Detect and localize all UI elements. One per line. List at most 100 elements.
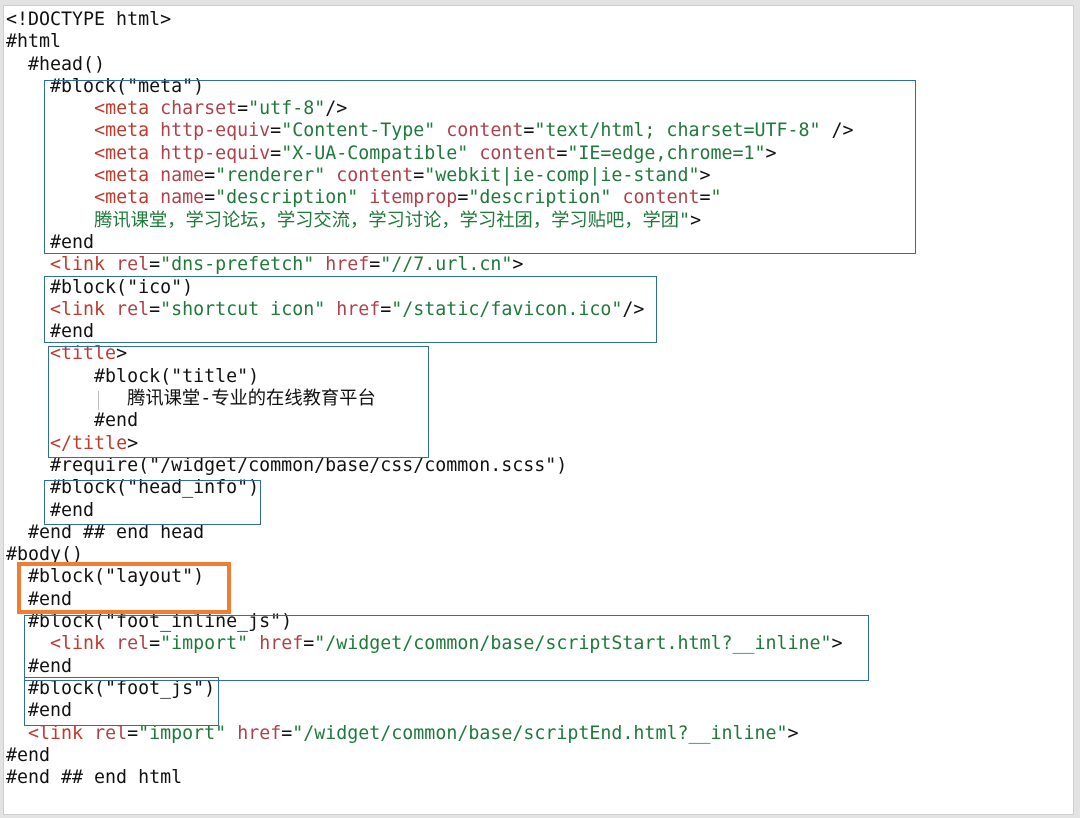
code-line[interactable]: <meta name="description" itemprop="descr…	[6, 187, 854, 209]
code-line[interactable]: <link rel="import" href="/widget/common/…	[6, 723, 854, 745]
code-line[interactable]: <title>	[6, 343, 854, 365]
code-token-str: "utf-8"	[248, 98, 326, 120]
code-token-attr: charset	[160, 98, 238, 120]
code-editor[interactable]: <!DOCTYPE html> #html #head() #block("met…	[3, 5, 1074, 815]
code-line[interactable]: 腾讯课堂，学习论坛，学习交流，学习讨论，学习社团，学习贴吧，学团">	[6, 210, 854, 232]
code-token-plain: #block("head_info")	[6, 477, 260, 499]
code-line[interactable]: <link rel="import" href="/widget/common/…	[6, 633, 854, 655]
code-line[interactable]: #html	[6, 31, 854, 53]
code-token-tag: <meta	[94, 120, 150, 142]
code-line[interactable]: <meta charset="utf-8"/>	[6, 98, 854, 120]
code-line[interactable]: <!DOCTYPE html>	[6, 9, 854, 31]
code-line[interactable]: #head()	[6, 54, 854, 76]
code-token-attr: content	[336, 165, 414, 187]
code-token-plain: />	[325, 98, 348, 120]
code-token-plain: #block("layout")	[6, 566, 205, 588]
code-token-str: "shortcut icon"	[160, 298, 326, 320]
code-line[interactable]: #block("ico")	[6, 277, 854, 299]
code-token-plain: >	[116, 343, 128, 365]
code-line[interactable]: #block("foot_inline_js")	[6, 611, 854, 633]
code-token-plain: =	[149, 298, 161, 320]
code-token-plain: #block("title")	[6, 365, 260, 387]
code-token-attr: name	[160, 165, 205, 187]
code-token-str: "/widget/common/base/scriptStart.html?__…	[314, 633, 832, 655]
code-line[interactable]: 腾讯课堂-专业的在线教育平台	[6, 388, 854, 410]
code-line[interactable]: <link rel="dns-prefetch" href="//7.url.c…	[6, 254, 854, 276]
code-token-plain: #end	[6, 499, 95, 521]
code-line[interactable]: #body()	[6, 544, 854, 566]
code-line[interactable]: #block("foot_js")	[6, 678, 854, 700]
code-token-plain: #end	[6, 655, 73, 677]
code-token-plain: =	[457, 187, 469, 209]
code-token-plain: =	[380, 298, 392, 320]
code-token-plain: >	[787, 722, 799, 744]
code-line[interactable]: #end	[6, 745, 854, 767]
code-line[interactable]: #end	[6, 410, 854, 432]
code-line[interactable]: #block("title")	[6, 366, 854, 388]
code-line[interactable]: #block("meta")	[6, 76, 854, 98]
code-token-plain: <!DOCTYPE html>	[6, 9, 172, 30]
code-token-str: "description"	[468, 187, 612, 209]
code-token-plain: =	[270, 142, 282, 164]
code-token-attr: content	[446, 120, 524, 142]
code-token-plain: =	[270, 120, 282, 142]
code-line[interactable]: #end	[6, 232, 854, 254]
code-line[interactable]: <meta name="renderer" content="webkit|ie…	[6, 165, 854, 187]
code-line[interactable]: #end	[6, 700, 854, 722]
code-token-plain: =	[556, 142, 568, 164]
code-line[interactable]: #end	[6, 656, 854, 678]
code-token-plain: #require("/widget/common/base/css/common…	[6, 454, 568, 476]
code-token-str: "import"	[160, 633, 249, 655]
code-token-plain: =	[369, 254, 381, 276]
code-token-plain: #block("foot_js")	[6, 677, 216, 699]
code-token-attr: rel	[116, 633, 150, 655]
code-token-plain: >	[512, 254, 524, 276]
code-token-attr: href	[237, 722, 282, 744]
code-line[interactable]: #end ## end head	[6, 522, 854, 544]
code-token-plain: #end	[6, 410, 139, 432]
code-token-plain: =	[303, 633, 315, 655]
code-line[interactable]: #end	[6, 321, 854, 343]
code-token-plain: >	[699, 165, 711, 187]
code-line[interactable]: </title>	[6, 433, 854, 455]
code-token-tag: <link	[28, 722, 84, 744]
code-token-plain: =	[237, 98, 249, 120]
code-listing[interactable]: <!DOCTYPE html> #html #head() #block("met…	[6, 9, 854, 789]
code-token-plain: #block("meta")	[6, 75, 205, 97]
code-token-attr: href	[259, 633, 304, 655]
code-token-plain: =	[523, 120, 535, 142]
code-line[interactable]: #end	[6, 500, 854, 522]
code-token-plain: #end ## end html	[6, 767, 183, 789]
code-line[interactable]: #block("layout")	[6, 566, 854, 588]
code-token-tag: <link	[50, 633, 106, 655]
code-token-tag: <meta	[94, 165, 150, 187]
code-line[interactable]: <link rel="shortcut icon" href="/static/…	[6, 299, 854, 321]
code-token-plain: =	[204, 165, 216, 187]
code-line[interactable]: #block("head_info")	[6, 477, 854, 499]
code-token-tag: <title	[50, 343, 117, 365]
code-token-attr: http-equiv	[160, 120, 271, 142]
code-token-str: "import"	[138, 722, 227, 744]
code-token-str: "dns-prefetch"	[160, 254, 315, 276]
code-line[interactable]: #end ## end html	[6, 767, 854, 789]
code-token-plain: #end ## end head	[6, 521, 205, 543]
code-token-tag: <meta	[94, 98, 150, 120]
code-line[interactable]: #require("/widget/common/base/css/common…	[6, 455, 854, 477]
code-token-str: "//7.url.cn"	[380, 254, 513, 276]
code-token-str: "/widget/common/base/scriptEnd.html?__in…	[292, 722, 788, 744]
code-line[interactable]: #end	[6, 589, 854, 611]
code-token-tag: <meta	[94, 142, 150, 164]
code-line[interactable]: <meta http-equiv="Content-Type" content=…	[6, 120, 854, 142]
code-line[interactable]: <meta http-equiv="X-UA-Compatible" conte…	[6, 143, 854, 165]
